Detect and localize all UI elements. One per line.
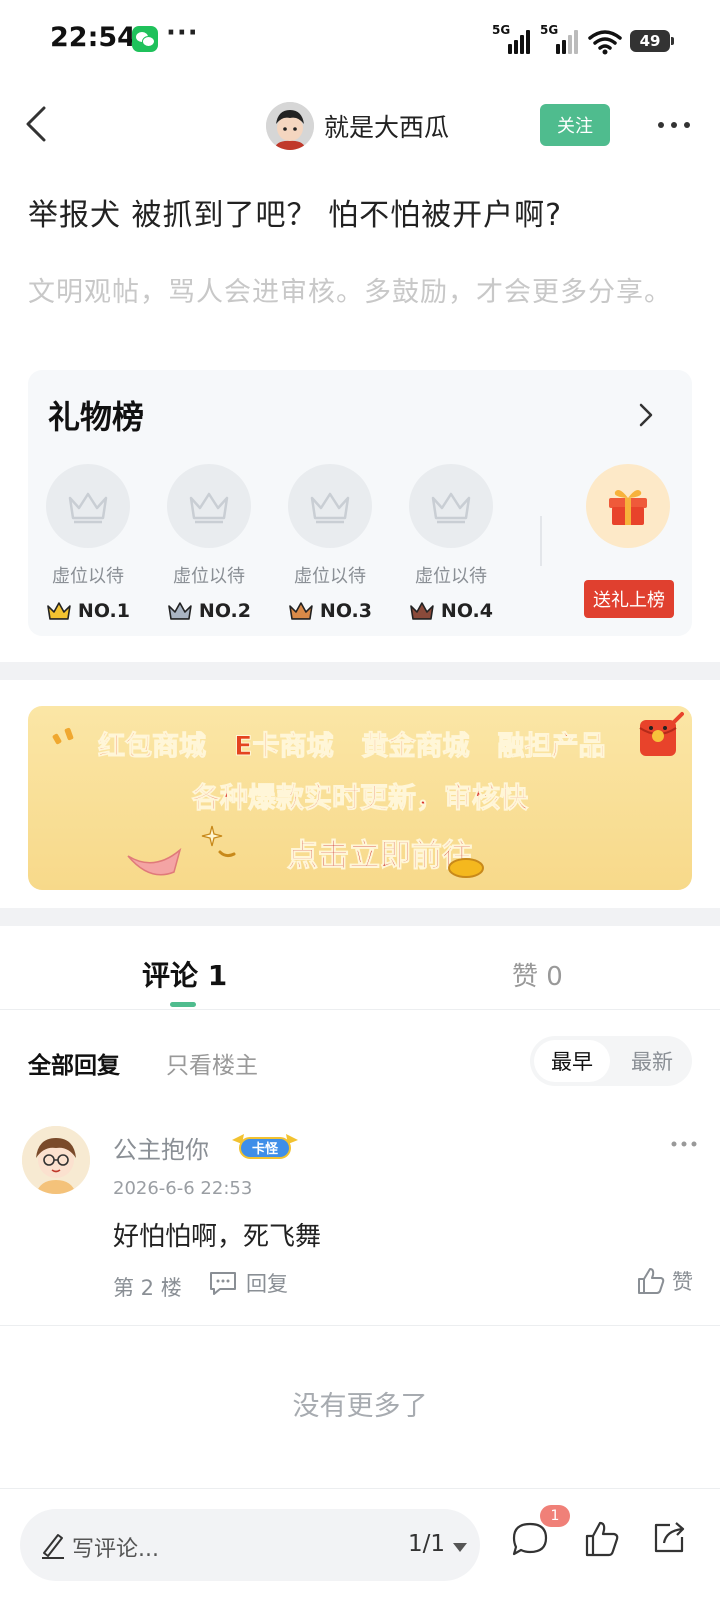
comment-floor: 第 2 楼 xyxy=(113,1276,182,1300)
reply-button[interactable]: 回复 xyxy=(208,1268,288,1298)
battery-indicator: 49 xyxy=(630,30,674,52)
slot-rank: NO.4 xyxy=(409,600,493,622)
commenter-name[interactable]: 公主抱你 xyxy=(113,1130,209,1165)
tab-comments[interactable]: 评论 1 xyxy=(142,954,227,994)
write-comment-input[interactable]: 写评论... 1/1 xyxy=(20,1509,480,1581)
bronze-crown-icon xyxy=(289,602,313,620)
post-title: 举报犬 被抓到了吧？ 怕不怕被开户啊? xyxy=(28,198,562,233)
network-type-2: 5G xyxy=(540,23,559,37)
slot-rank: NO.3 xyxy=(288,600,372,622)
like-button[interactable]: 赞 xyxy=(636,1266,693,1296)
slot-rank-text: NO.4 xyxy=(440,600,493,622)
banner-item: 黄金商城 xyxy=(361,731,470,763)
slot-rank-text: NO.1 xyxy=(77,600,130,622)
network-type-1: 5G xyxy=(492,23,511,37)
empty-slot-crown-icon xyxy=(167,464,251,548)
thumbs-up-icon[interactable] xyxy=(584,1519,620,1559)
slot-rank-text: NO.3 xyxy=(319,600,372,622)
comment-item: 公主抱你 卡怪 2026-6-6 22:53 好怕怕啊，死飞舞 第 2 楼 回复… xyxy=(0,1120,720,1326)
back-icon[interactable] xyxy=(18,104,58,144)
author-info[interactable]: 就是大西瓜 xyxy=(266,102,449,150)
promo-banner[interactable]: 红包商城 E卡商城 黄金商城 融担产品 各种爆款实时更新，审核快 点击立即前往 xyxy=(28,706,692,890)
more-notifications-icon: ··· xyxy=(166,18,199,48)
chevron-right-icon[interactable] xyxy=(634,400,658,430)
gift-slot[interactable]: 虚位以待 NO.4 xyxy=(409,464,493,622)
slot-label: 虚位以待 xyxy=(52,566,124,587)
wechat-notification-icon xyxy=(132,26,158,52)
comment-text: 好怕怕啊，死飞舞 xyxy=(113,1222,322,1252)
like-label[interactable]: 赞 xyxy=(672,1266,693,1296)
author-name[interactable]: 就是大西瓜 xyxy=(324,108,449,144)
sort-latest-option[interactable]: 最新 xyxy=(616,1040,688,1082)
reply-label[interactable]: 回复 xyxy=(246,1268,288,1298)
commenter-avatar[interactable] xyxy=(22,1126,90,1194)
no-more-text: 没有更多了 xyxy=(292,1391,428,1422)
empty-slot-crown-icon xyxy=(46,464,130,548)
wifi-icon xyxy=(588,30,622,55)
gift-slot[interactable]: 虚位以待 NO.3 xyxy=(288,464,372,622)
sort-earliest-option[interactable]: 最早 xyxy=(534,1040,610,1082)
thumbs-up-icon xyxy=(638,1268,665,1294)
more-options-icon[interactable] xyxy=(656,110,692,140)
slot-rank: NO.2 xyxy=(167,600,251,622)
status-time: 22:54 xyxy=(50,22,136,53)
signal-icon-2: 5G xyxy=(540,23,580,56)
caret-down-icon[interactable] xyxy=(452,1541,468,1553)
author-avatar[interactable] xyxy=(266,102,314,150)
gold-crown-icon xyxy=(47,602,71,620)
silver-crown-icon xyxy=(168,602,192,620)
gift-leaderboard: 礼物榜 虚位以待 NO.1 虚位以待 NO.2 虚位以待 NO.3 虚位以待 N… xyxy=(28,370,692,636)
banner-subtitle: 各种爆款实时更新，审核快 xyxy=(191,781,528,815)
banner-categories: 红包商城 E卡商城 黄金商城 融担产品 xyxy=(98,724,606,763)
share-icon[interactable] xyxy=(650,1519,688,1557)
banner-item: 红包商城 xyxy=(98,731,207,763)
gold-coin-icon xyxy=(448,858,484,878)
red-envelope-mascot-icon xyxy=(639,712,684,756)
status-icons: 5G 5G 49 xyxy=(492,22,674,56)
divider xyxy=(540,516,542,566)
bottom-bar: 写评论... 1/1 1 xyxy=(0,1488,720,1600)
slot-label: 虚位以待 xyxy=(415,566,487,587)
section-separator xyxy=(0,908,720,926)
slot-label: 虚位以待 xyxy=(173,566,245,587)
slot-rank-text: NO.2 xyxy=(198,600,251,622)
slot-label: 虚位以待 xyxy=(294,566,366,587)
banner-item: 融担产品 xyxy=(497,731,606,763)
banner-item: E卡商城 xyxy=(233,731,334,763)
filter-owner-only[interactable]: 只看楼主 xyxy=(166,1046,258,1080)
status-bar: 22:54 ··· 5G 5G 49 xyxy=(0,0,720,80)
reply-icon xyxy=(210,1272,236,1295)
post-hint: 文明观帖，骂人会进审核。多鼓励，才会更多分享。 xyxy=(28,277,672,308)
signal-icon: 5G xyxy=(492,23,532,56)
comment-placeholder[interactable]: 写评论... xyxy=(72,1531,159,1563)
comment-count-badge: 1 xyxy=(540,1505,570,1527)
post-header: 就是大西瓜 关注 xyxy=(0,90,720,162)
section-separator xyxy=(0,662,720,680)
sparkle-icon xyxy=(52,727,74,745)
filter-all-replies[interactable]: 全部回复 xyxy=(28,1046,120,1080)
gift-slot[interactable]: 虚位以待 NO.2 xyxy=(167,464,251,622)
comment-tabs: 评论 1 赞 0 xyxy=(0,928,720,1010)
banner-cta[interactable]: 点击立即前往 xyxy=(28,830,692,875)
comment-time: 2026-6-6 22:53 xyxy=(113,1178,253,1199)
dark-crown-icon xyxy=(410,602,434,620)
pen-icon xyxy=(42,1534,64,1559)
level-badge-text: 卡怪 xyxy=(252,1141,279,1157)
tab-likes[interactable]: 赞 0 xyxy=(512,956,563,993)
sort-toggle: 最早 最新 xyxy=(530,1036,692,1086)
active-tab-indicator xyxy=(170,1002,196,1007)
gift-slot[interactable]: 虚位以待 NO.1 xyxy=(46,464,130,622)
comment-more-icon[interactable] xyxy=(670,1138,698,1150)
follow-button[interactable]: 关注 xyxy=(540,104,610,146)
gift-box-icon[interactable] xyxy=(586,464,670,548)
page-indicator[interactable]: 1/1 xyxy=(408,1531,445,1557)
send-gift-button[interactable]: 送礼上榜 xyxy=(584,580,674,618)
gift-board-title[interactable]: 礼物榜 xyxy=(48,392,144,438)
level-badge: 卡怪 xyxy=(228,1130,302,1164)
empty-slot-crown-icon xyxy=(288,464,372,548)
slot-rank: NO.1 xyxy=(46,600,130,622)
empty-slot-crown-icon xyxy=(409,464,493,548)
